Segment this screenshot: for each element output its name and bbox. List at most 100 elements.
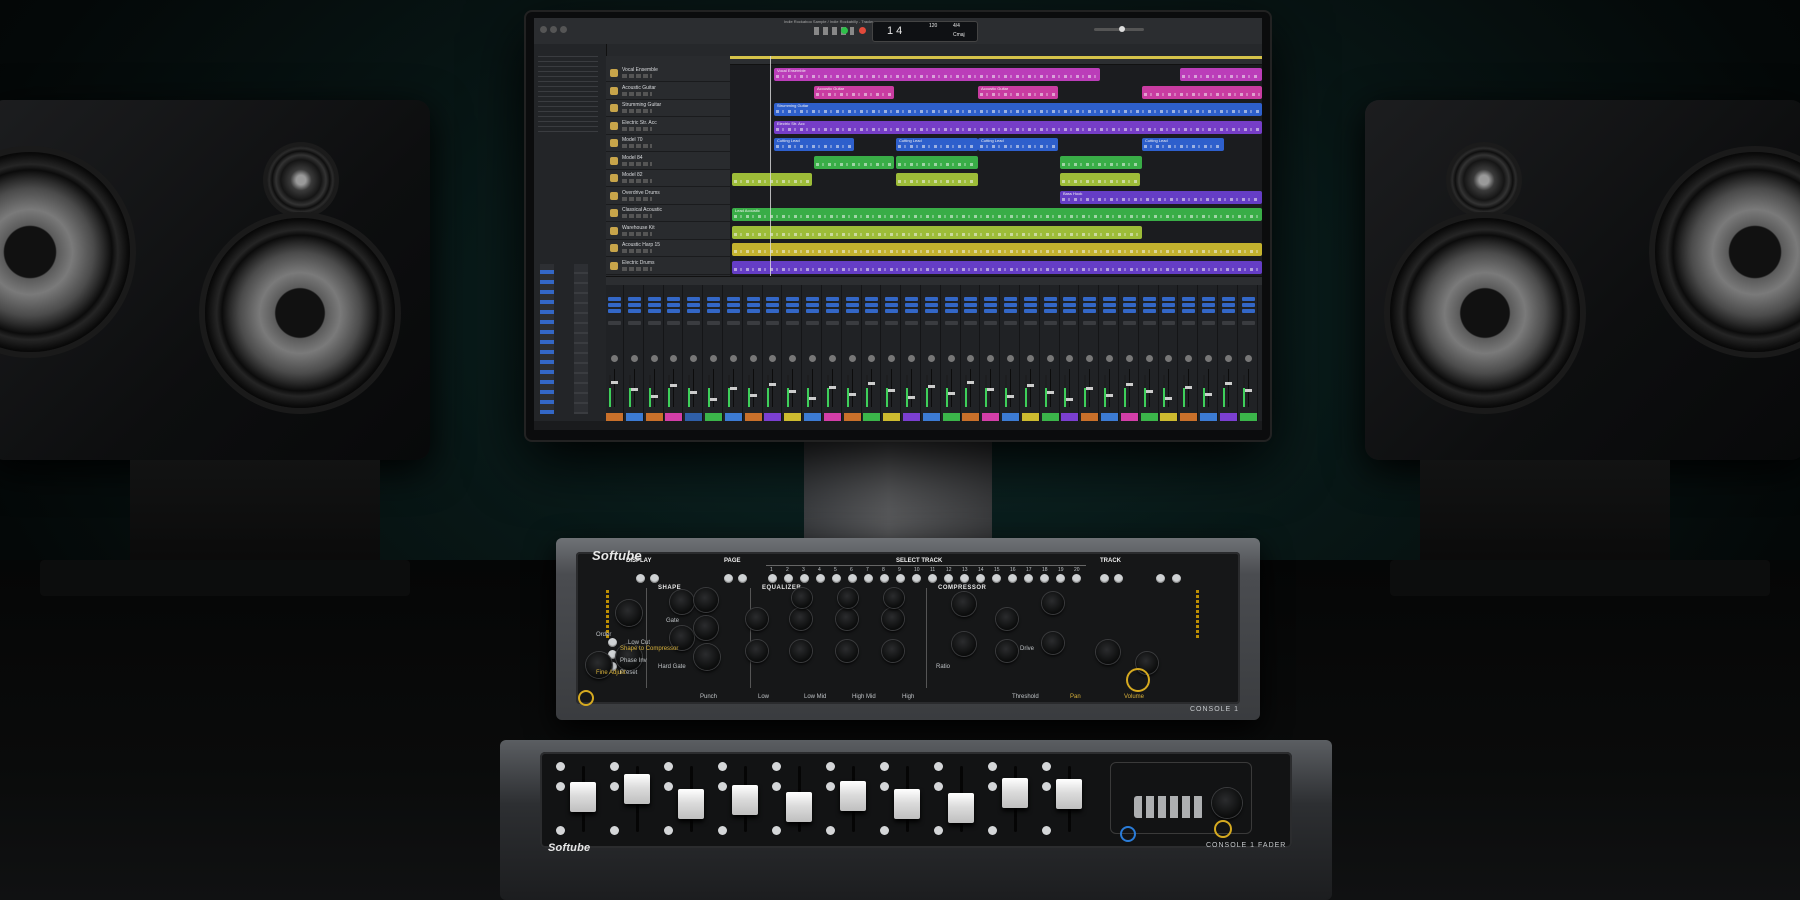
send-slot[interactable] xyxy=(627,297,641,301)
send-slot[interactable] xyxy=(608,303,621,307)
output-slot[interactable] xyxy=(667,321,681,325)
pan-knob[interactable] xyxy=(1066,355,1074,362)
volume-fader-cap[interactable] xyxy=(1244,389,1252,392)
send-slot[interactable] xyxy=(924,309,938,313)
output-slot[interactable] xyxy=(1063,321,1077,325)
send-slot[interactable] xyxy=(1202,297,1215,301)
rotary-knob[interactable] xyxy=(746,608,768,630)
pan-knob[interactable] xyxy=(670,355,678,362)
channel-button-middle[interactable] xyxy=(880,782,889,791)
send-slot[interactable] xyxy=(984,303,998,307)
channel-button-bottom[interactable] xyxy=(664,826,673,835)
output-slot[interactable] xyxy=(1221,321,1235,325)
send-slot[interactable] xyxy=(707,303,720,307)
send-slot[interactable] xyxy=(944,297,958,301)
pan-knob[interactable] xyxy=(927,355,935,362)
pan-knob[interactable] xyxy=(1106,355,1113,362)
volume-fader-track[interactable] xyxy=(1109,369,1110,407)
volume-fader-track[interactable] xyxy=(1148,369,1150,407)
volume-fader-track[interactable] xyxy=(1128,369,1130,407)
rotary-knob[interactable] xyxy=(836,608,858,630)
window-minimize-icon[interactable] xyxy=(550,26,557,33)
send-slot[interactable] xyxy=(806,303,819,307)
volume-fader-track[interactable] xyxy=(752,369,754,407)
send-slot[interactable] xyxy=(1023,297,1037,301)
select-track-button[interactable] xyxy=(992,574,1001,583)
send-slot[interactable] xyxy=(825,303,839,307)
send-slot[interactable] xyxy=(845,297,859,301)
pan-knob[interactable] xyxy=(1046,355,1054,362)
send-slot[interactable] xyxy=(1004,297,1017,301)
rotary-knob[interactable] xyxy=(670,590,694,614)
send-slot[interactable] xyxy=(1043,303,1057,307)
track-region[interactable] xyxy=(1060,173,1140,186)
channel-button-bottom[interactable] xyxy=(880,826,889,835)
send-slot[interactable] xyxy=(1202,303,1215,307)
pan-knob[interactable] xyxy=(690,355,698,362)
volume-fader-cap[interactable] xyxy=(670,384,678,387)
function-button[interactable] xyxy=(724,574,733,583)
send-slot[interactable] xyxy=(746,309,760,313)
shape-option-button[interactable] xyxy=(608,638,617,647)
send-slot[interactable] xyxy=(667,309,681,313)
volume-fader-track[interactable] xyxy=(614,369,615,407)
send-slot[interactable] xyxy=(766,297,780,301)
send-slot[interactable] xyxy=(924,303,938,307)
select-track-button[interactable] xyxy=(768,574,777,583)
volume-fader-cap[interactable] xyxy=(1165,397,1173,400)
track-region[interactable] xyxy=(1142,85,1262,99)
volume-fader-track[interactable] xyxy=(970,369,972,407)
volume-fader-cap[interactable] xyxy=(650,395,658,398)
send-slot[interactable] xyxy=(1063,309,1077,313)
pan-knob[interactable] xyxy=(947,355,955,362)
select-track-button[interactable] xyxy=(1072,574,1081,583)
track-region[interactable] xyxy=(732,173,812,186)
track-region[interactable] xyxy=(1180,68,1262,81)
send-slot[interactable] xyxy=(1182,303,1196,307)
rotary-knob[interactable] xyxy=(1042,592,1064,614)
volume-fader-cap[interactable] xyxy=(611,381,618,384)
send-slot[interactable] xyxy=(647,303,661,307)
volume-fader-cap[interactable] xyxy=(1205,393,1212,396)
track-region[interactable]: Strumming Guitar xyxy=(774,103,1262,116)
volume-fader-cap[interactable] xyxy=(1007,395,1014,398)
volume-fader-track[interactable] xyxy=(1069,369,1071,407)
output-slot[interactable] xyxy=(845,321,859,325)
channel-button-bottom[interactable] xyxy=(988,826,997,835)
select-track-button[interactable] xyxy=(1008,574,1017,583)
fader-knob[interactable] xyxy=(570,782,596,812)
output-slot[interactable] xyxy=(1202,321,1215,325)
send-slot[interactable] xyxy=(1023,309,1037,313)
volume-fader-cap[interactable] xyxy=(888,389,896,392)
fader-knob[interactable] xyxy=(678,788,704,819)
track-header[interactable]: Warehouse Kit xyxy=(606,224,730,240)
send-slot[interactable] xyxy=(885,297,899,301)
pan-knob[interactable] xyxy=(1244,355,1252,362)
volume-fader-track[interactable] xyxy=(1208,369,1209,407)
channel-button-bottom[interactable] xyxy=(826,826,835,835)
channel-button-top[interactable] xyxy=(934,762,943,771)
rotary-knob[interactable] xyxy=(996,608,1018,630)
channel-button-middle[interactable] xyxy=(718,782,727,791)
lcd-display[interactable]: 1 4 120 4/4 Cmaj xyxy=(872,21,978,42)
send-slot[interactable] xyxy=(1063,297,1077,301)
track-region[interactable]: Lead Acoustic xyxy=(732,208,1262,221)
output-slot[interactable] xyxy=(1142,321,1156,325)
send-slot[interactable] xyxy=(1083,303,1097,307)
pan-knob[interactable] xyxy=(1026,355,1034,362)
channel-button-top[interactable] xyxy=(1042,762,1051,771)
send-slot[interactable] xyxy=(1241,303,1255,307)
function-button[interactable] xyxy=(738,574,747,583)
rotary-knob[interactable] xyxy=(746,640,768,662)
volume-fader-track[interactable] xyxy=(950,369,952,407)
output-slot[interactable] xyxy=(964,321,978,325)
fader-knob[interactable] xyxy=(948,793,974,823)
output-slot[interactable] xyxy=(627,321,641,325)
track-header[interactable]: Acoustic Guitar xyxy=(606,84,730,100)
volume-fader-cap[interactable] xyxy=(908,396,915,399)
volume-fader-cap[interactable] xyxy=(690,391,698,394)
output-slot[interactable] xyxy=(1004,321,1017,325)
send-slot[interactable] xyxy=(1004,303,1017,307)
volume-fader-cap[interactable] xyxy=(1185,386,1193,389)
rotary-knob[interactable] xyxy=(790,640,812,662)
